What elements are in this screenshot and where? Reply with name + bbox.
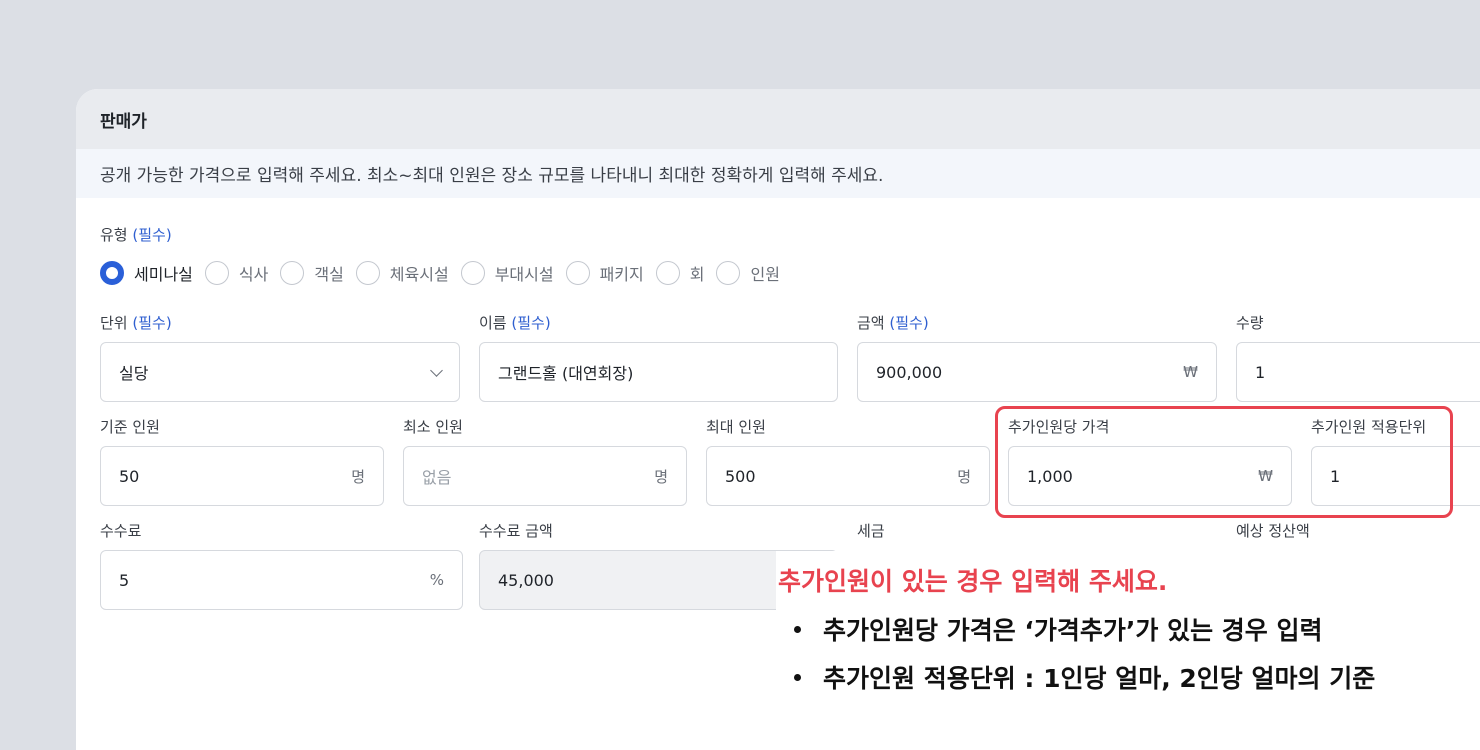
radio-unchecked-icon[interactable] [355, 261, 380, 285]
radio-unchecked-icon[interactable] [280, 261, 305, 285]
tooltip-item: 추가인원 적용단위 : 1인당 얼마, 2인당 얼마의 기준 [794, 659, 1375, 695]
bullet-icon [794, 625, 801, 633]
chevron-down-icon [430, 363, 443, 377]
radio-checked-icon[interactable] [100, 261, 124, 285]
name-label: 이름 (필수) [479, 314, 551, 332]
base-people-label: 기준 인원 [100, 418, 160, 436]
min-people-input[interactable]: 없음 명 [403, 446, 687, 506]
fee-amount-label: 수수료 금액 [479, 522, 553, 540]
radio-unchecked-icon[interactable] [565, 261, 590, 285]
radio-room[interactable]: 객실 [280, 261, 344, 285]
fee-label: 수수료 [100, 522, 142, 540]
radio-unchecked-icon[interactable] [655, 261, 680, 285]
extra-unit-input[interactable]: 1 [1311, 446, 1480, 506]
extra-unit-label: 추가인원 적용단위 [1311, 418, 1427, 436]
max-people-input[interactable]: 500 명 [706, 446, 990, 506]
tooltip-title: 추가인원이 있는 경우 입력해 주세요. [778, 567, 1168, 596]
settlement-label: 예상 정산액 [1236, 522, 1310, 540]
tooltip-item: 추가인원당 가격은 ‘가격추가’가 있는 경우 입력 [794, 611, 1323, 647]
radio-meal[interactable]: 식사 [204, 261, 268, 285]
amount-input[interactable]: 900,000 ₩ [857, 342, 1217, 402]
quantity-input[interactable]: 1 [1236, 342, 1480, 402]
name-input[interactable]: 그랜드홀 (대연회장) [479, 342, 838, 402]
radio-unchecked-icon[interactable] [460, 261, 485, 285]
section-notice: 공개 가능한 가격으로 입력해 주세요. 최소~최대 인원은 장소 규모를 나타… [76, 149, 1480, 198]
type-radio-group: 세미나실 식사 객실 체육시설 부대시설 패키지 회 인원 [100, 261, 792, 285]
section-header: 판매가 [76, 89, 1480, 149]
unit-label: 단위 (필수) [100, 314, 172, 332]
price-section-card: 판매가 공개 가능한 가격으로 입력해 주세요. 최소~최대 인원은 장소 규모… [76, 89, 1480, 750]
notice-text: 공개 가능한 가격으로 입력해 주세요. 최소~최대 인원은 장소 규모를 나타… [100, 166, 884, 186]
radio-package[interactable]: 패키지 [565, 261, 644, 285]
radio-session[interactable]: 회 [655, 261, 704, 285]
radio-unchecked-icon[interactable] [204, 261, 229, 285]
radio-sports[interactable]: 체육시설 [355, 261, 449, 285]
max-people-label: 최대 인원 [706, 418, 766, 436]
section-title: 판매가 [100, 111, 147, 132]
radio-facility[interactable]: 부대시설 [460, 261, 554, 285]
unit-select[interactable]: 실당 [100, 342, 460, 402]
radio-person[interactable]: 인원 [716, 261, 780, 285]
type-label: 유형 (필수) [100, 226, 172, 244]
min-people-label: 최소 인원 [403, 418, 463, 436]
radio-seminar[interactable]: 세미나실 [100, 261, 193, 285]
amount-label: 금액 (필수) [857, 314, 929, 332]
extra-price-label: 추가인원당 가격 [1008, 418, 1110, 436]
radio-unchecked-icon[interactable] [716, 261, 741, 285]
won-unit: ₩ [1183, 363, 1198, 381]
bullet-icon [794, 673, 801, 681]
required-tag: (필수) [132, 226, 172, 244]
base-people-input[interactable]: 50 명 [100, 446, 384, 506]
tax-label: 세금 [857, 522, 885, 540]
fee-input[interactable]: 5 % [100, 550, 463, 610]
quantity-label: 수량 [1236, 314, 1264, 332]
extra-price-input[interactable]: 1,000 ₩ [1008, 446, 1292, 506]
